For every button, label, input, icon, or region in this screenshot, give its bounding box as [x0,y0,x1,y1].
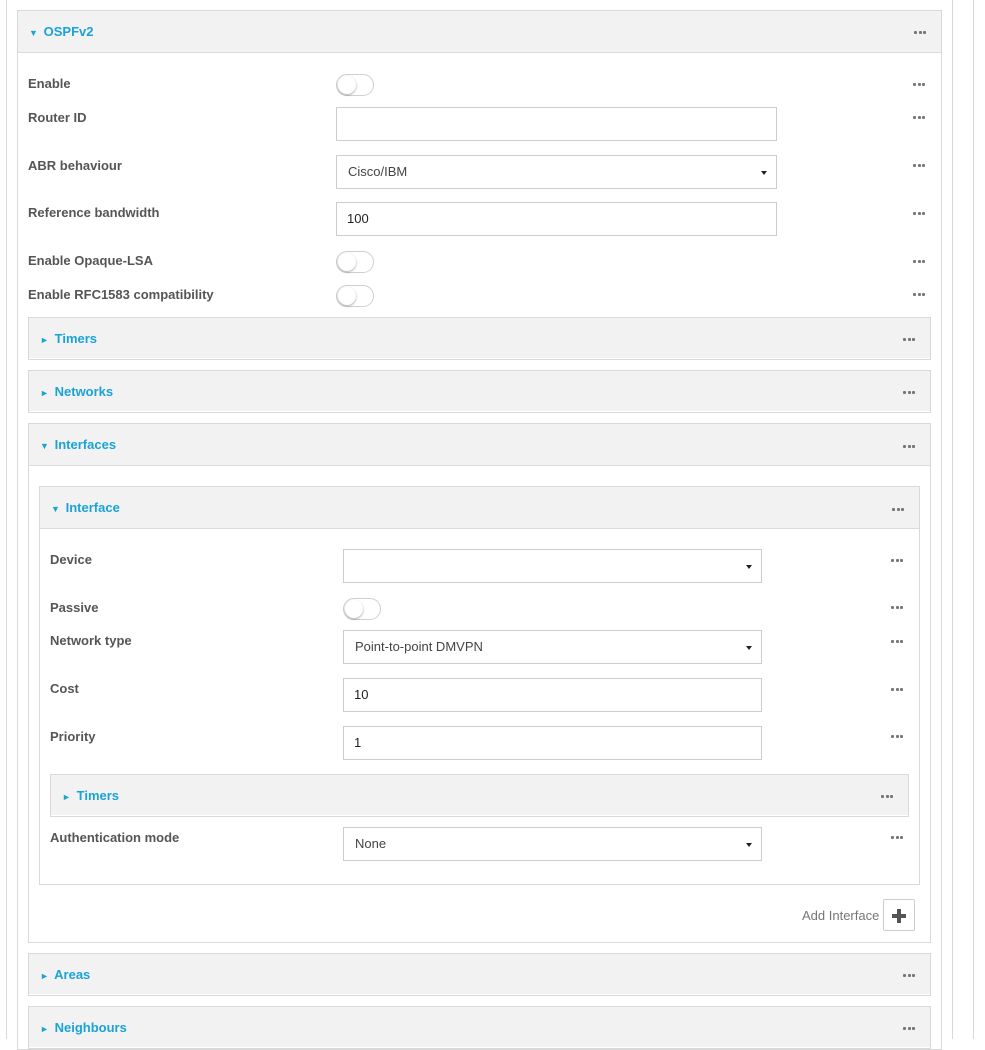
more-dots-icon[interactable] [903,389,915,395]
expand-caret-icon: ▼ [51,504,60,514]
collapsed-caret-icon: ► [40,335,49,345]
more-dots-icon[interactable] [891,638,903,644]
rfc1583-toggle[interactable] [336,285,374,307]
areas-header[interactable]: ► Areas [29,954,930,994]
more-dots-icon[interactable] [891,686,903,692]
interfaces-header[interactable]: ▼ Interfaces [29,424,930,466]
network-type-value: Point-to-point DMVPN [355,639,483,654]
authentication-mode-label: Authentication mode [50,830,180,845]
passive-label: Passive [50,600,99,615]
more-dots-icon[interactable] [891,834,903,840]
reference-bandwidth-label: Reference bandwidth [28,205,160,220]
neighbours-title[interactable]: ► Neighbours [40,1007,127,1048]
device-select[interactable] [343,549,762,583]
abr-behaviour-value: Cisco/IBM [348,164,408,179]
areas-title-text: Areas [54,967,91,982]
expand-caret-icon: ▼ [40,441,49,451]
neighbours-section: ► Neighbours [28,1006,931,1049]
toggle-knob [345,600,363,618]
timers-section: ► Timers [28,317,931,360]
expand-caret-icon: ▼ [29,28,38,38]
enable-toggle[interactable] [336,74,374,96]
abr-behaviour-label: ABR behaviour [28,158,122,173]
more-dots-icon[interactable] [903,1025,915,1031]
add-interface-button[interactable] [883,899,915,931]
interface-timers-section: ► Timers [50,774,909,817]
timers-header[interactable]: ► Timers [29,318,930,358]
neighbours-title-text: Neighbours [54,1020,127,1035]
networks-title[interactable]: ► Networks [40,371,113,412]
more-dots-icon[interactable] [892,506,904,512]
opaque-lsa-toggle[interactable] [336,251,374,273]
authentication-mode-select[interactable]: None [343,827,762,861]
passive-toggle[interactable] [343,598,381,620]
more-dots-icon[interactable] [903,443,915,449]
router-id-label: Router ID [28,110,87,125]
caret-down-icon [746,565,752,569]
frame-border-right [952,0,953,1039]
collapsed-caret-icon: ► [40,1024,49,1034]
more-dots-icon[interactable] [891,604,903,610]
reference-bandwidth-input[interactable]: 100 [336,202,777,236]
more-dots-icon[interactable] [903,972,915,978]
neighbours-header[interactable]: ► Neighbours [29,1007,930,1047]
more-dots-icon[interactable] [913,81,925,87]
more-dots-icon[interactable] [913,114,925,120]
interface-title-text: Interface [65,500,120,515]
networks-section: ► Networks [28,370,931,413]
toggle-knob [338,76,356,94]
areas-section: ► Areas [28,953,931,996]
device-label: Device [50,552,92,567]
enable-label: Enable [28,76,71,91]
more-dots-icon[interactable] [881,793,893,799]
collapsed-caret-icon: ► [40,971,49,981]
priority-label: Priority [50,729,96,744]
scrollbar-track[interactable] [973,0,974,1039]
more-dots-icon[interactable] [913,210,925,216]
ospfv2-title[interactable]: ▼ OSPFv2 [29,11,93,53]
more-dots-icon[interactable] [891,733,903,739]
interface-timers-header[interactable]: ► Timers [51,775,908,815]
interface-header[interactable]: ▼ Interface [40,487,919,529]
router-id-input[interactable] [336,107,777,141]
caret-down-icon [746,843,752,847]
opaque-lsa-label: Enable Opaque-LSA [28,253,153,268]
toggle-knob [338,253,356,271]
collapsed-caret-icon: ► [62,792,71,802]
ospfv2-header[interactable]: ▼ OSPFv2 [18,11,941,53]
priority-input[interactable]: 1 [343,726,762,760]
interface-timers-title[interactable]: ► Timers [62,775,119,816]
more-dots-icon[interactable] [891,557,903,563]
authentication-mode-value: None [355,836,387,851]
networks-header[interactable]: ► Networks [29,371,930,411]
interfaces-title-text: Interfaces [54,437,117,452]
toggle-knob [338,287,356,305]
interface-title[interactable]: ▼ Interface [51,487,120,529]
network-type-select[interactable]: Point-to-point DMVPN [343,630,762,664]
abr-behaviour-select[interactable]: Cisco/IBM [336,155,777,189]
caret-down-icon [761,171,767,175]
add-interface-label[interactable]: Add Interface [802,908,879,923]
rfc1583-label: Enable RFC1583 compatibility [28,287,214,302]
more-dots-icon[interactable] [914,29,926,35]
timers-title-text: Timers [54,331,98,346]
timers-title[interactable]: ► Timers [40,318,97,359]
networks-title-text: Networks [54,384,114,399]
cost-input[interactable]: 10 [343,678,762,712]
network-type-label: Network type [50,633,132,648]
more-dots-icon[interactable] [913,258,925,264]
more-dots-icon[interactable] [903,336,915,342]
collapsed-caret-icon: ► [40,388,49,398]
interfaces-title[interactable]: ▼ Interfaces [40,424,116,466]
ospfv2-title-text: OSPFv2 [43,24,94,39]
caret-down-icon [746,646,752,650]
frame-border-left [6,0,7,1039]
interface-timers-title-text: Timers [76,788,120,803]
more-dots-icon[interactable] [913,291,925,297]
cost-label: Cost [50,681,79,696]
more-dots-icon[interactable] [913,162,925,168]
areas-title[interactable]: ► Areas [40,954,90,995]
